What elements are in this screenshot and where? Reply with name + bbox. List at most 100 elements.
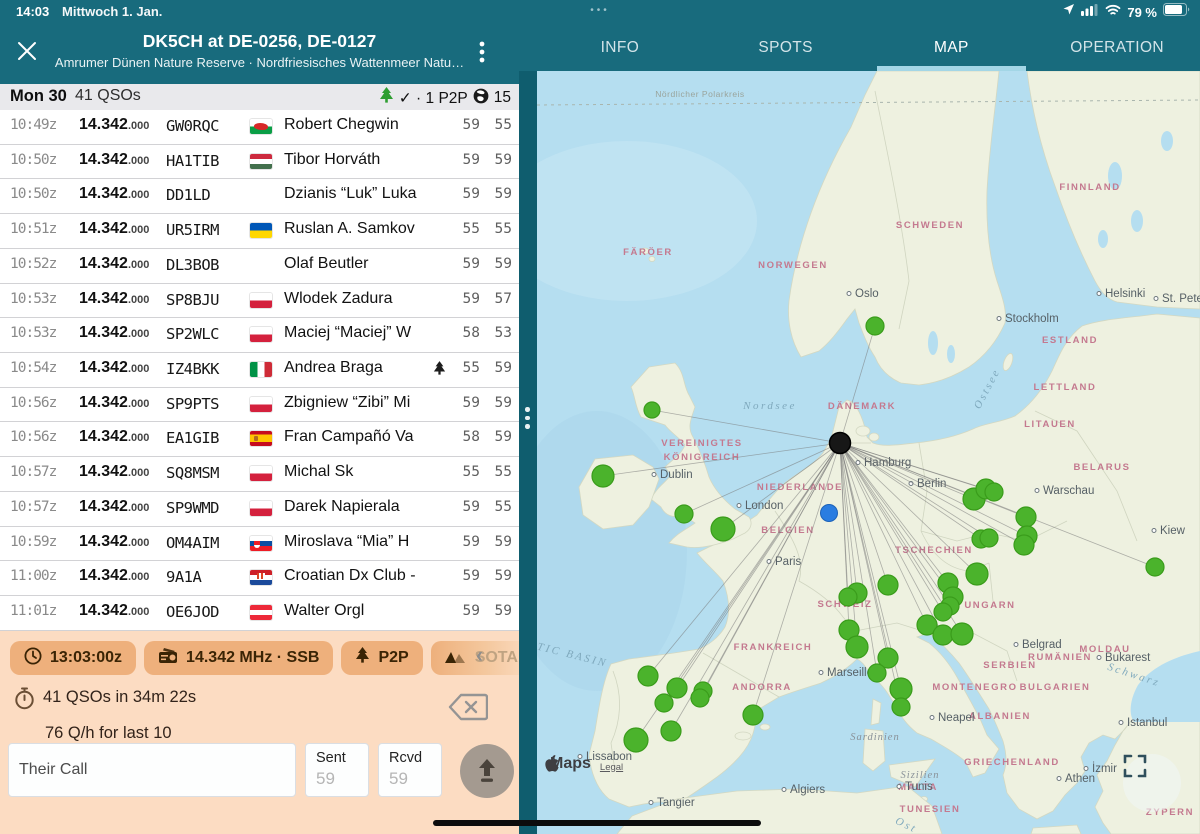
map-fullscreen-button[interactable] <box>1123 754 1181 812</box>
svg-text:VEREINIGTES: VEREINIGTES <box>661 438 742 449</box>
qso-time: 10:57z <box>10 499 56 515</box>
no-flag <box>250 258 272 273</box>
qso-log-row[interactable]: 11:00z 14.342.000 9A1A Croatian Dx Club … <box>0 561 519 596</box>
qso-map-marker[interactable] <box>675 505 693 523</box>
qso-map-marker[interactable] <box>985 483 1003 501</box>
qso-map-marker[interactable] <box>655 694 673 712</box>
poland-flag-icon <box>250 466 272 481</box>
qso-rst-sent: 59 <box>452 291 480 307</box>
qso-log-row[interactable]: 10:56z 14.342.000 EA1GIB Fran Campañó Va… <box>0 422 519 457</box>
qso-log-row[interactable]: 10:50z 14.342.000 HA1TIB Tibor Horváth 5… <box>0 145 519 180</box>
spot-map-marker[interactable] <box>821 505 838 522</box>
qso-log-row[interactable]: 11:01z 14.342.000 OE6JOD Walter Orgl 59 … <box>0 596 519 631</box>
qso-map-marker[interactable] <box>1016 507 1036 527</box>
qso-log-row[interactable]: 10:57z 14.342.000 SP9WMD Darek Napierala… <box>0 492 519 527</box>
backspace-icon[interactable] <box>448 693 488 726</box>
chevron-left-icon[interactable]: ‹ <box>476 644 483 668</box>
qso-map-marker[interactable] <box>846 636 868 658</box>
qso-map-marker[interactable] <box>966 563 988 585</box>
qso-operator-name: Ruslan A. Samkov <box>284 220 432 238</box>
qso-map-marker[interactable] <box>592 465 614 487</box>
qso-map-marker[interactable] <box>980 529 998 547</box>
qso-log-row[interactable]: 10:52z 14.342.000 DL3BOB Olaf Beutler 59… <box>0 249 519 284</box>
multitask-dots: ••• <box>0 5 1200 16</box>
svg-text:SERBIEN: SERBIEN <box>983 660 1036 671</box>
chip-13-03-00z[interactable]: 13:03:00z <box>10 641 136 675</box>
qso-callsign: SP9PTS <box>166 395 219 413</box>
rcvd-field[interactable]: Rcvd 59 <box>378 743 442 797</box>
qso-map-marker[interactable] <box>691 689 709 707</box>
station-map-marker[interactable] <box>830 433 851 454</box>
qso-operator-name: Zbigniew “Zibi” Mi <box>284 394 432 412</box>
qso-map-marker[interactable] <box>624 728 648 752</box>
qso-log-row[interactable]: 10:50z 14.342.000 DD1LD Dzianis “Luk” Lu… <box>0 179 519 214</box>
qso-map-marker[interactable] <box>711 517 735 541</box>
qso-log-row[interactable]: 10:59z 14.342.000 OM4AIM Miroslava “Mia”… <box>0 527 519 562</box>
qso-time: 10:50z <box>10 152 56 168</box>
qso-log-row[interactable]: 10:49z 14.342.000 GW0RQC Robert Chegwin … <box>0 110 519 145</box>
qso-log-row[interactable]: 10:53z 14.342.000 SP8BJU Wlodek Zadura 5… <box>0 284 519 319</box>
page-title: DK5CH at DE-0256, DE-0127 <box>50 31 469 52</box>
qso-map-marker[interactable] <box>661 721 681 741</box>
qso-log-row[interactable]: 10:56z 14.342.000 SP9PTS Zbigniew “Zibi”… <box>0 388 519 423</box>
kebab-menu-icon[interactable] <box>479 40 497 66</box>
qso-log-row[interactable]: 10:53z 14.342.000 SP2WLC Maciej “Maciej”… <box>0 318 519 353</box>
tab-map[interactable]: MAP <box>869 24 1035 71</box>
home-indicator[interactable] <box>433 820 761 826</box>
qso-callsign: SP2WLC <box>166 325 219 343</box>
poland-flag-icon <box>250 293 272 308</box>
log-submit-button[interactable] <box>460 744 514 798</box>
qso-operator-name: Dzianis “Luk” Luka <box>284 185 432 203</box>
qso-map-marker[interactable] <box>866 317 884 335</box>
qso-frequency: 14.342.000 <box>79 567 149 585</box>
qso-map-marker[interactable] <box>892 698 910 716</box>
chip-14-342-mhz-ssb[interactable]: 14.342 MHz · SSB <box>144 641 333 675</box>
qso-log-row[interactable]: 10:57z 14.342.000 SQ8MSM Michal Sk 55 55 <box>0 457 519 492</box>
tab-operation[interactable]: OPERATION <box>1034 24 1200 71</box>
mountains-icon <box>445 649 467 668</box>
qso-map-marker[interactable] <box>890 678 912 700</box>
qso-frequency: 14.342.000 <box>79 602 149 620</box>
their-call-input[interactable] <box>8 743 296 797</box>
qso-log-row[interactable]: 10:54z 14.342.000 IZ4BKK Andrea Braga 55… <box>0 353 519 388</box>
qso-log-row[interactable]: 10:51z 14.342.000 UR5IRM Ruslan A. Samko… <box>0 214 519 249</box>
qso-map-marker[interactable] <box>667 678 687 698</box>
grip-dots-icon <box>525 407 530 429</box>
stopwatch-icon <box>14 687 35 719</box>
qso-rst-sent: 55 <box>452 464 480 480</box>
qso-rst-sent: 58 <box>452 325 480 341</box>
qso-callsign: DL3BOB <box>166 256 219 274</box>
sent-value: 59 <box>316 769 368 789</box>
log-day-header[interactable]: Mon 30 41 QSOs ✓ · 1 P2P 15 <box>0 84 519 111</box>
maps-legal-link[interactable]: Legal <box>600 762 623 773</box>
qso-rst-sent: 59 <box>452 499 480 515</box>
tab-info[interactable]: INFO <box>537 24 703 71</box>
map-canvas[interactable]: NordseeOstseeNTIC BASINSchwarzOstSardini… <box>537 71 1200 834</box>
sent-field[interactable]: Sent 59 <box>305 743 369 797</box>
chip-p2p[interactable]: P2P <box>341 641 422 675</box>
svg-text:Dublin: Dublin <box>660 469 693 481</box>
qso-map-marker[interactable] <box>934 603 952 621</box>
radio-icon <box>158 647 178 669</box>
qso-rst-rcvd: 59 <box>484 256 512 272</box>
qso-map-marker[interactable] <box>839 588 857 606</box>
qso-map-marker[interactable] <box>1014 535 1034 555</box>
qso-map-marker[interactable] <box>644 402 660 418</box>
qso-map-marker[interactable] <box>1146 558 1164 576</box>
qso-time: 10:50z <box>10 186 56 202</box>
qso-map-marker[interactable] <box>638 666 658 686</box>
qso-rst-sent: 55 <box>452 360 480 376</box>
qso-map-marker[interactable] <box>951 623 973 645</box>
day-check-text: ✓ · 1 P2P <box>399 89 468 108</box>
chip-sota[interactable]: SOTA <box>431 641 519 675</box>
qso-map-marker[interactable] <box>743 705 763 725</box>
status-bar: 14:03 Mittwoch 1. Jan. ••• 79 % <box>0 0 1200 24</box>
qso-map-marker[interactable] <box>933 625 953 645</box>
qso-map-marker[interactable] <box>868 664 886 682</box>
tab-spots[interactable]: SPOTS <box>703 24 869 71</box>
qso-frequency: 14.342.000 <box>79 151 149 169</box>
globe-icon <box>473 88 489 109</box>
qso-map-marker[interactable] <box>878 575 898 595</box>
panel-resize-handle[interactable] <box>519 71 537 834</box>
svg-text:Nördlicher Polarkreis: Nördlicher Polarkreis <box>655 89 744 99</box>
